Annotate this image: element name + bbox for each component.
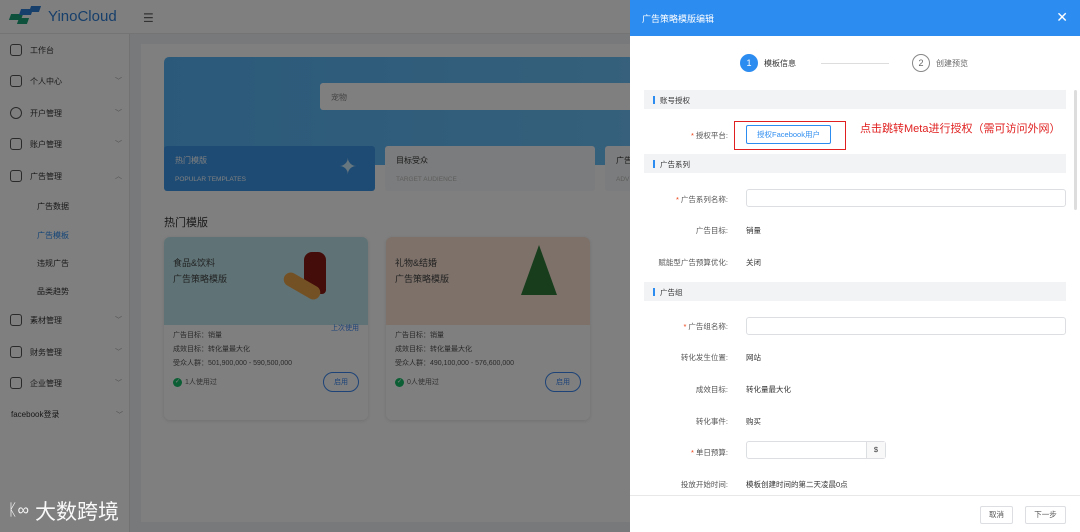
modal-overlay[interactable]: [0, 0, 630, 532]
step-2: 2 创建预览: [912, 54, 968, 72]
drawer-scrollbar[interactable]: [1074, 90, 1077, 210]
start-time-label: 投放开始时间:: [680, 480, 728, 489]
step-number: 1: [740, 54, 758, 72]
watermark-text: 大数跨境: [35, 501, 120, 524]
section-adset: 广告组: [644, 282, 1066, 301]
currency-suffix: $: [866, 442, 885, 458]
cancel-button[interactable]: 取消: [980, 506, 1013, 524]
step-label: 模板信息: [764, 58, 796, 68]
annotation-note: 点击跳转Meta进行授权（需可访问外网）: [860, 123, 1061, 135]
drawer-footer: 取消 下一步: [630, 495, 1080, 532]
adset-name-label: * 广告组名称:: [683, 322, 728, 331]
step-connector: [821, 63, 889, 64]
section-campaign: 广告系列: [644, 154, 1066, 173]
conversion-location-value: 网站: [746, 353, 761, 362]
cbo-value: 关闭: [746, 258, 761, 267]
conversion-event-label: 转化事件:: [695, 417, 728, 426]
drawer-title: 广告策略模版编辑: [642, 14, 715, 24]
start-time-value: 模板创建时间的第二天凌晨0点: [746, 480, 848, 489]
section-account-auth: 账号授权: [644, 90, 1066, 109]
drawer-header: 广告策略模版编辑: [630, 0, 1080, 36]
close-icon[interactable]: ✕: [1056, 9, 1068, 26]
auth-platform-label: * 授权平台:: [690, 131, 728, 140]
campaign-name-label: * 广告系列名称:: [675, 195, 728, 204]
conversion-event-value: 购买: [746, 417, 761, 426]
template-edit-drawer: 广告策略模版编辑 ✕ 1 模板信息 2 创建预览 账号授权 * 授权平台: 授权Fac…: [630, 0, 1080, 532]
next-step-button[interactable]: 下一步: [1025, 506, 1066, 524]
campaign-goal-value: 销量: [746, 226, 761, 235]
performance-goal-value: 转化量最大化: [746, 385, 791, 394]
daily-budget-input[interactable]: $: [746, 441, 886, 459]
watermark-logo-icon: ᛕ∞: [8, 502, 30, 519]
conversion-location-label: 转化发生位置:: [680, 353, 728, 362]
adset-name-input[interactable]: [746, 317, 1066, 335]
watermark: ᛕ∞ 大数跨境: [8, 496, 119, 526]
step-number: 2: [912, 54, 930, 72]
campaign-goal-label: 广告目标:: [695, 226, 728, 235]
daily-budget-label: * 单日预算:: [690, 448, 728, 457]
step-label: 创建预览: [936, 58, 968, 68]
performance-goal-label: 成效目标:: [695, 385, 728, 394]
step-1: 1 模板信息: [740, 54, 796, 72]
campaign-name-input[interactable]: [746, 189, 1066, 207]
cbo-label: 赋能型广告预算优化:: [658, 258, 728, 267]
authorize-facebook-button[interactable]: 授权Facebook用户: [746, 125, 831, 144]
